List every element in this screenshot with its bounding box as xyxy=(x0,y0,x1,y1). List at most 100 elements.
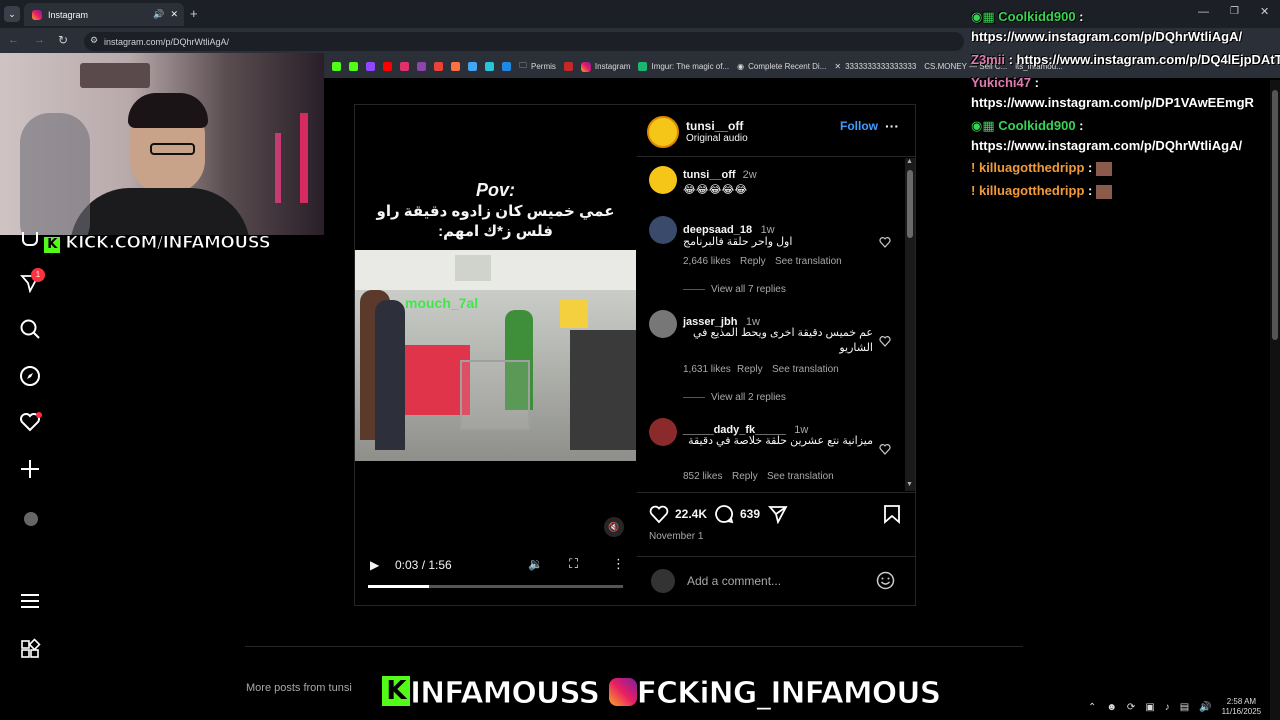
bookmark-instagram[interactable]: Instagram xyxy=(580,61,630,72)
network-icon[interactable]: ▤ xyxy=(1180,702,1189,713)
tray-chevron-icon[interactable]: ⌃ xyxy=(1088,702,1096,713)
browser-tab[interactable]: Instagram 🔊 ✕ xyxy=(24,3,184,26)
address-field[interactable]: ⚙ instagram.com/p/DQhrWtliAgA/ xyxy=(84,32,964,51)
play-button[interactable]: ▶ xyxy=(370,558,379,572)
reload-button[interactable]: ↻ xyxy=(58,33,68,47)
emoji-icon[interactable] xyxy=(876,571,895,590)
explore-icon[interactable] xyxy=(19,365,41,387)
app-bookmark-icon[interactable] xyxy=(451,62,460,71)
mic-icon[interactable]: ♪ xyxy=(1165,702,1170,713)
reel-video[interactable]: Pov: عمي خميس كان زادوه دقيقة راو فلس ز*… xyxy=(355,105,636,605)
forward-button[interactable]: → xyxy=(34,34,45,46)
nav-messages-icon[interactable] xyxy=(22,232,38,246)
tab-close-icon[interactable]: ✕ xyxy=(170,9,178,20)
video-progress-track[interactable] xyxy=(368,585,623,588)
tv-bookmark-icon[interactable] xyxy=(417,62,426,71)
app-bookmark-icon-4[interactable] xyxy=(563,62,573,71)
bookmark-label: Permis xyxy=(531,62,556,71)
caption-username[interactable]: tunsi__off xyxy=(683,169,736,181)
comment-likes[interactable]: 2,646 likes xyxy=(683,256,731,267)
comments-scrollbar[interactable]: ▲ ▼ xyxy=(905,158,915,491)
replies-divider xyxy=(683,397,705,398)
gmail-bookmark-icon[interactable] xyxy=(434,62,443,71)
bookmark-x[interactable]: ✕ 3333333333333333 xyxy=(834,62,916,71)
tab-audio-icon[interactable]: 🔊 xyxy=(153,9,164,20)
app-tray-icon[interactable]: ▣ xyxy=(1145,702,1154,713)
view-replies[interactable]: View all 2 replies xyxy=(711,392,786,403)
like-heart-icon[interactable] xyxy=(649,504,669,524)
app-bookmark-icon-2[interactable] xyxy=(468,62,477,71)
chat-emote-icon xyxy=(1095,161,1112,176)
comment-like-heart-icon[interactable] xyxy=(879,443,891,455)
instagram-bookmark-icon[interactable] xyxy=(400,62,409,71)
nav-notifications[interactable]: 1 xyxy=(19,268,45,294)
volume-icon[interactable]: 🔉 xyxy=(528,557,543,571)
share-send-icon[interactable] xyxy=(768,504,788,524)
comment-bubble-icon[interactable] xyxy=(714,504,734,524)
more-posts-heading[interactable]: More posts from tunsi xyxy=(246,682,352,694)
scrollbar-thumb[interactable] xyxy=(907,170,913,238)
webcam-feed xyxy=(0,53,324,235)
nav-activity[interactable] xyxy=(19,411,43,435)
original-audio-link[interactable]: Original audio xyxy=(686,133,748,144)
window-close-button[interactable]: ✕ xyxy=(1260,5,1269,18)
page-scrollbar-thumb[interactable] xyxy=(1272,90,1278,340)
youtube-bookmark-icon[interactable] xyxy=(383,62,392,71)
caption-avatar[interactable] xyxy=(649,166,677,194)
view-replies[interactable]: View all 7 replies xyxy=(711,284,786,295)
bookmark-github[interactable]: ◉ Complete Recent Di... xyxy=(737,62,826,71)
kick-bookmark-icon-2[interactable] xyxy=(349,62,358,71)
comment-translate[interactable]: See translation xyxy=(775,256,842,267)
post-options-icon[interactable]: ··· xyxy=(885,118,899,134)
more-apps-icon[interactable] xyxy=(19,638,41,660)
fullscreen-icon[interactable]: ⛶ xyxy=(569,556,578,572)
bookmark-imgur[interactable]: Imgur: The magic of... xyxy=(638,62,729,71)
author-name[interactable]: tunsi__off xyxy=(686,119,743,133)
site-info-icon[interactable]: ⚙ xyxy=(90,35,98,46)
follow-button[interactable]: Follow xyxy=(840,119,878,133)
webcam-light-left xyxy=(300,113,308,203)
twitch-bookmark-icon[interactable] xyxy=(366,62,375,71)
page-scrollbar[interactable] xyxy=(1270,80,1280,720)
comment-avatar[interactable] xyxy=(649,310,677,338)
scroll-down-icon[interactable]: ▼ xyxy=(906,481,913,488)
window-maximize-button[interactable]: ❐ xyxy=(1230,6,1239,17)
discord-icon[interactable]: ☻ xyxy=(1106,702,1117,713)
comment-likes[interactable]: 852 likes xyxy=(683,471,722,482)
comment-avatar[interactable] xyxy=(649,418,677,446)
video-more-icon[interactable]: ⋮ xyxy=(612,556,625,572)
chat-badge-icon: ! xyxy=(971,160,976,175)
comment-reply[interactable]: Reply xyxy=(737,364,763,375)
bookmark-folder-permis[interactable]: 🗀 Permis xyxy=(519,60,556,74)
comment-translate[interactable]: See translation xyxy=(767,471,834,482)
new-tab-button[interactable]: + xyxy=(190,6,198,21)
comment-reply[interactable]: Reply xyxy=(740,256,766,267)
sync-icon[interactable]: ⟳ xyxy=(1127,702,1135,713)
window-minimize-button[interactable]: — xyxy=(1198,6,1209,18)
create-plus-icon[interactable] xyxy=(19,458,41,480)
tab-list-button[interactable]: ⌄ xyxy=(4,6,20,22)
comment-count[interactable]: 639 xyxy=(740,507,760,521)
author-avatar[interactable] xyxy=(647,116,679,148)
app-bookmark-icon-3[interactable] xyxy=(502,62,511,71)
add-comment-input[interactable]: Add a comment... xyxy=(687,574,781,588)
comment-likes[interactable]: 1,631 likes xyxy=(683,364,731,375)
comment-reply[interactable]: Reply xyxy=(732,471,758,482)
kick-bookmark-icon[interactable] xyxy=(332,62,341,71)
like-count[interactable]: 22.4K xyxy=(675,507,707,521)
comment-like-heart-icon[interactable] xyxy=(879,335,891,347)
comment-translate[interactable]: See translation xyxy=(772,364,839,375)
comment-avatar[interactable] xyxy=(649,216,677,244)
mute-indicator-icon[interactable]: 🔇 xyxy=(604,517,624,537)
menu-icon[interactable] xyxy=(19,590,41,612)
save-bookmark-icon[interactable] xyxy=(883,504,901,524)
clock[interactable]: 2:58 AM 11/16/2025 xyxy=(1222,697,1261,717)
instagram-handle: FCKiNG_INFAMOUS xyxy=(636,676,942,712)
back-button[interactable]: ← xyxy=(8,34,19,46)
search-icon[interactable] xyxy=(19,318,41,340)
speaker-icon[interactable]: 🔊 xyxy=(1199,702,1211,713)
scroll-up-icon[interactable]: ▲ xyxy=(906,158,913,165)
comment-like-heart-icon[interactable] xyxy=(879,236,891,248)
profile-avatar[interactable] xyxy=(24,512,38,526)
pass-bookmark-icon[interactable] xyxy=(485,62,494,71)
